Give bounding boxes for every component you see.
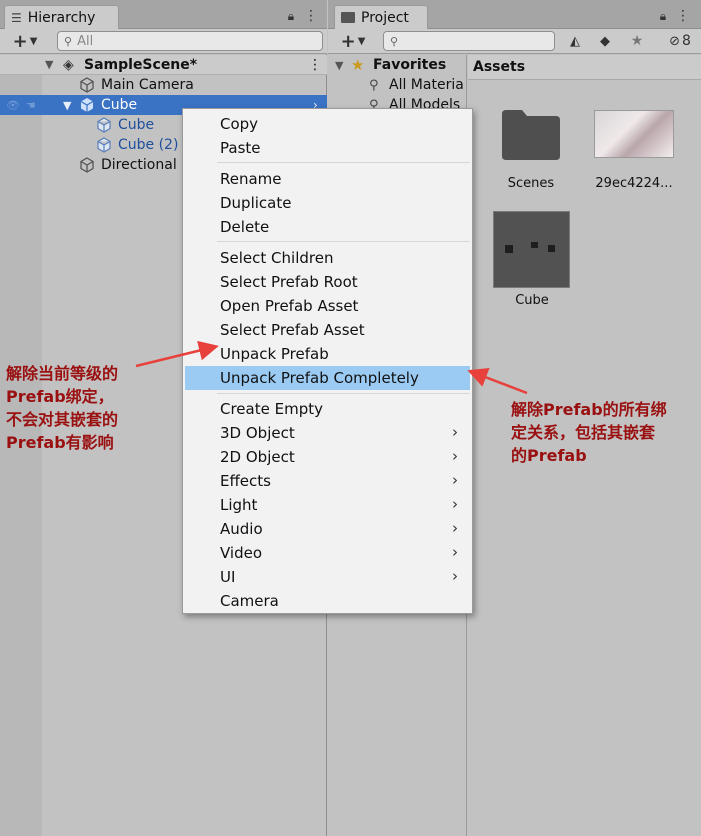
arrow-to-unpack-prefab-completely (467, 368, 528, 395)
arrow-to-unpack-prefab (135, 340, 219, 368)
annotation-arrows (135, 340, 528, 395)
